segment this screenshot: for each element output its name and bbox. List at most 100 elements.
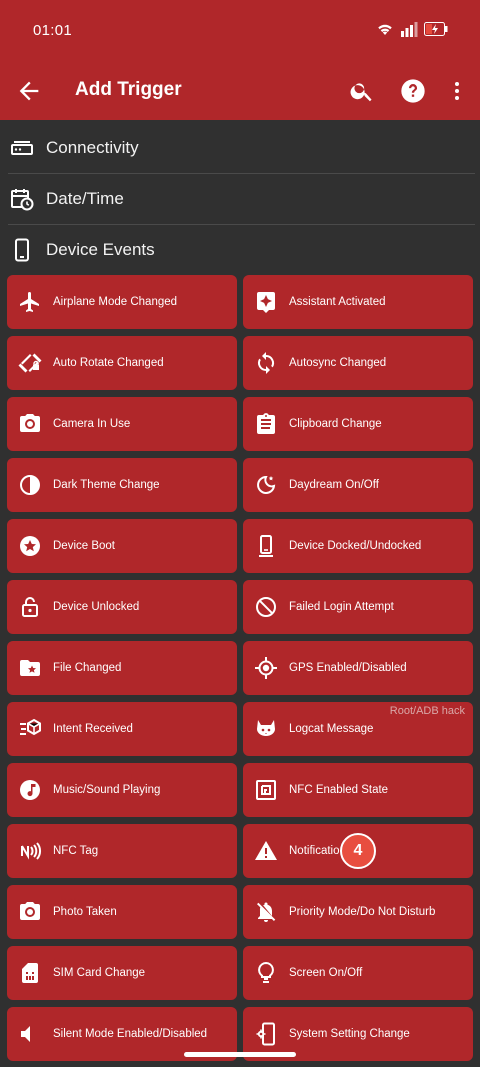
trigger-card-label: Intent Received	[53, 723, 133, 735]
trigger-card-label: Assistant Activated	[289, 296, 386, 308]
trigger-card-label: Airplane Mode Changed	[53, 296, 178, 308]
status-bar: 01:01	[0, 0, 480, 62]
trigger-card-gps-enabled-disabled[interactable]: GPS Enabled/Disabled	[243, 641, 473, 695]
status-time: 01:01	[33, 22, 73, 39]
trigger-card-logcat-message[interactable]: Logcat Message Root/ADB hack	[243, 702, 473, 756]
trigger-card-label: Screen On/Off	[289, 967, 363, 979]
step-badge: 4	[340, 833, 376, 869]
cat-icon	[254, 717, 278, 741]
search-button[interactable]	[347, 76, 377, 106]
trigger-card-device-boot[interactable]: Device Boot	[7, 519, 237, 573]
trigger-card-airplane-mode-changed[interactable]: Airplane Mode Changed	[7, 275, 237, 329]
nfc-icon	[254, 778, 278, 802]
trigger-card-nfc-enabled-state[interactable]: NFC Enabled State	[243, 763, 473, 817]
trigger-card-label: Device Docked/Undocked	[289, 540, 422, 552]
back-button[interactable]	[15, 77, 43, 105]
help-icon	[401, 79, 425, 103]
trigger-card-label: Clipboard Change	[289, 418, 382, 430]
signal-icon	[401, 22, 418, 37]
trigger-card-camera-in-use[interactable]: Camera In Use	[7, 397, 237, 451]
trigger-card-label: Priority Mode/Do Not Disturb	[289, 906, 436, 918]
trigger-card-daydream-on-off[interactable]: Daydream On/Off	[243, 458, 473, 512]
airplane-icon	[18, 290, 42, 314]
wifi-icon	[378, 24, 392, 35]
section-label: Date/Time	[46, 189, 124, 208]
sync-icon	[254, 351, 278, 375]
phone-icon	[9, 237, 35, 263]
status-icons	[376, 21, 448, 37]
router-icon	[9, 135, 35, 161]
more-vert-icon	[455, 82, 459, 100]
trigger-card-label: Photo Taken	[53, 906, 117, 918]
nfc-tag-icon	[18, 839, 42, 863]
app-bar: 01:01 Add Trigger	[0, 0, 480, 120]
trigger-card-note: Root/ADB hack	[389, 705, 465, 717]
folder-star-icon	[18, 656, 42, 680]
trigger-card-label: Notificatio	[289, 845, 340, 857]
trigger-card-label: Daydream On/Off	[289, 479, 379, 491]
trigger-card-sim-card-change[interactable]: SIM Card Change	[7, 946, 237, 1000]
trigger-card-label: Logcat Message	[289, 723, 374, 735]
unlocked-icon	[18, 595, 42, 619]
trigger-card-label: Auto Rotate Changed	[53, 357, 164, 369]
trigger-card-autosync-changed[interactable]: Autosync Changed	[243, 336, 473, 390]
trigger-card-photo-taken[interactable]: Photo Taken	[7, 885, 237, 939]
more-options-button[interactable]	[442, 76, 472, 106]
trigger-card-label: File Changed	[53, 662, 122, 674]
section-label: Connectivity	[46, 138, 139, 157]
settings-phone-icon	[254, 1022, 278, 1046]
toolbar: Add Trigger	[0, 62, 480, 120]
bell-off-icon	[254, 900, 278, 924]
section-connectivity[interactable]: Connectivity	[0, 123, 480, 173]
section-date-time[interactable]: Date/Time	[0, 174, 480, 224]
help-button[interactable]	[398, 76, 428, 106]
gps-icon	[254, 656, 278, 680]
trigger-card-label: NFC Tag	[53, 845, 99, 857]
trigger-card-label: System Setting Change	[289, 1028, 410, 1040]
sim-card-icon	[18, 961, 42, 985]
arrow-back-icon	[19, 81, 39, 101]
moon-stars-icon	[254, 473, 278, 497]
music-note-icon	[18, 778, 42, 802]
trigger-card-label: Device Boot	[53, 540, 116, 552]
trigger-card-clipboard-change[interactable]: Clipboard Change	[243, 397, 473, 451]
trigger-card-label: Dark Theme Change	[53, 479, 160, 491]
battery-charging-icon	[424, 22, 448, 36]
trigger-card-music-sound-playing[interactable]: Music/Sound Playing	[7, 763, 237, 817]
block-icon	[254, 595, 278, 619]
trigger-card-device-docked-undocked[interactable]: Device Docked/Undocked	[243, 519, 473, 573]
trigger-card-label: GPS Enabled/Disabled	[289, 662, 407, 674]
trigger-card-label: Camera In Use	[53, 418, 131, 430]
home-indicator[interactable]	[184, 1052, 296, 1057]
warning-icon	[254, 839, 278, 863]
trigger-card-dark-theme-change[interactable]: Dark Theme Change	[7, 458, 237, 512]
trigger-card-auto-rotate-changed[interactable]: Auto Rotate Changed	[7, 336, 237, 390]
trigger-card-label: SIM Card Change	[53, 967, 146, 979]
search-icon	[350, 83, 372, 102]
volume-mute-icon	[18, 1022, 42, 1046]
trigger-card-assistant-activated[interactable]: Assistant Activated	[243, 275, 473, 329]
trigger-card-label: Autosync Changed	[289, 357, 387, 369]
calendar-clock-icon	[9, 186, 35, 212]
page-title: Add Trigger	[75, 79, 182, 100]
trigger-card-priority-mode-do-not-disturb[interactable]: Priority Mode/Do Not Disturb	[243, 885, 473, 939]
trigger-card-label: Failed Login Attempt	[289, 601, 394, 613]
trigger-card-label: NFC Enabled State	[289, 784, 389, 796]
assistant-icon	[254, 290, 278, 314]
camera-icon	[18, 412, 42, 436]
trigger-card-label: Device Unlocked	[53, 601, 140, 613]
trigger-card-failed-login-attempt[interactable]: Failed Login Attempt	[243, 580, 473, 634]
screen-rotation-lock-icon	[18, 351, 42, 375]
section-device-events[interactable]: Device Events	[0, 225, 480, 275]
trigger-card-device-unlocked[interactable]: Device Unlocked	[7, 580, 237, 634]
trigger-card-intent-received[interactable]: Intent Received	[7, 702, 237, 756]
intent-icon	[18, 717, 42, 741]
trigger-card-label: Music/Sound Playing	[53, 784, 161, 796]
lightbulb-icon	[254, 961, 278, 985]
camera-photo-icon	[18, 900, 42, 924]
trigger-card-screen-on-off[interactable]: Screen On/Off	[243, 946, 473, 1000]
trigger-card-nfc-tag[interactable]: NFC Tag	[7, 824, 237, 878]
trigger-card-file-changed[interactable]: File Changed	[7, 641, 237, 695]
contrast-icon	[18, 473, 42, 497]
section-label: Device Events	[46, 240, 155, 259]
